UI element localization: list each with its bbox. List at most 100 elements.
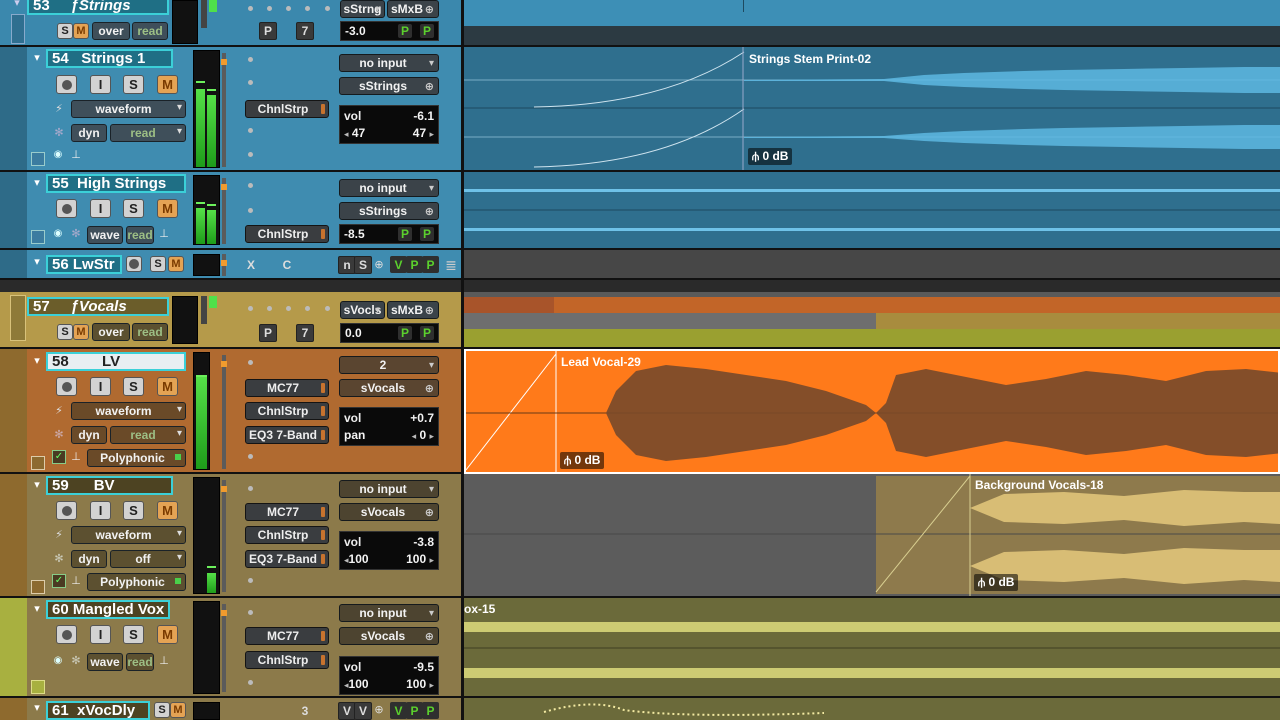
track-name-56[interactable]: 56 LwStr [46,255,122,274]
insert-slot-dot[interactable] [305,6,310,11]
record-arm-button[interactable] [56,377,77,396]
track-view-selector[interactable]: waveform [71,100,186,118]
track-resize-handle[interactable] [31,680,45,694]
folder-clip-bar-4[interactable] [464,329,1280,347]
volume-display[interactable]: -3.0 PP [340,21,439,41]
fader-strip[interactable] [201,0,207,28]
automation-p-button[interactable]: P [398,24,412,38]
collapse-icon[interactable]: ▾ [30,603,44,615]
track-name-57[interactable]: 57 ƒVocals [27,297,169,316]
automation-mode-selector[interactable]: read [126,226,154,244]
folder-clip-bar-3[interactable] [876,313,1280,329]
automation-p-button[interactable]: P [422,256,439,273]
track-view-selector[interactable]: waveform [71,402,186,420]
elastic-audio-selector[interactable]: Polyphonic [87,449,186,467]
output-selector[interactable]: sMxB [387,0,439,18]
insert-slot-dot[interactable] [248,486,253,491]
record-arm-button[interactable] [56,501,77,520]
volume-pan-display[interactable]: vol -6.1 ◂ 47 47 ▸ [339,105,439,144]
volume-fader[interactable] [221,355,227,469]
volume-display[interactable]: 0.0 PP [340,323,439,343]
output-icon[interactable]: ⊕ [372,256,386,274]
track-view-selector[interactable]: wave [87,226,123,244]
insert-slot-dot[interactable] [286,6,291,11]
track-name-59[interactable]: 59 BV [46,476,173,495]
insert-slot-dot[interactable] [325,6,330,11]
track-name-53[interactable]: 53 ƒStrings [27,0,169,15]
volume-fader[interactable] [221,53,227,167]
insert-slot-1[interactable]: ChnlStrp [245,100,329,118]
input-selector[interactable]: no input [339,179,439,197]
voice-mode-selector[interactable]: over [92,22,130,40]
v-button[interactable]: V [390,256,407,273]
input-monitor-button[interactable]: I [90,75,111,94]
insert-slot-dot[interactable] [248,80,253,85]
volume-fader[interactable] [221,178,227,244]
automation-p-button[interactable]: P [406,702,423,719]
mute-button[interactable]: M [73,324,89,340]
output-selector[interactable]: sMxB [387,301,439,319]
track-resize-handle[interactable] [31,456,45,470]
automation-type-label[interactable]: dyn [71,124,107,142]
automation-p-button[interactable]: P [422,702,439,719]
insert-slot-1[interactable]: MC77 [245,379,329,397]
collapse-icon[interactable]: ▾ [30,479,44,491]
automation-p-button[interactable]: P [398,227,412,241]
elastic-check-icon[interactable]: ✓ [52,574,66,588]
output-selector[interactable]: sStrings [339,202,439,220]
input-monitor-button[interactable]: I [90,501,111,520]
volume-fader[interactable] [221,604,227,692]
automation-p-button[interactable]: P [420,227,434,241]
clip-name[interactable]: Lead Vocal-29 [561,355,641,369]
mute-button[interactable]: M [157,625,178,644]
tuning-fork-icon[interactable]: ⊥ [157,227,171,241]
mute-button[interactable]: M [73,23,89,39]
output-selector[interactable]: sStrings [339,77,439,95]
input-selector[interactable]: no input [339,54,439,72]
clip-gain[interactable]: ⫛ 0 dB [974,574,1019,591]
output-selector[interactable]: sVocals [339,627,439,645]
automation-type-label[interactable]: dyn [71,550,107,568]
tuning-fork-icon[interactable]: ⊥ [69,148,83,162]
record-arm-button[interactable] [126,256,142,272]
solo-button[interactable]: S [123,377,144,396]
solo-button[interactable]: S [154,702,170,718]
record-arm-button[interactable] [56,75,77,94]
track-resize-handle[interactable] [31,580,45,594]
insert-slot-dot[interactable] [325,306,330,311]
tcp-icon[interactable]: ◉ [51,148,65,162]
automation-type-label[interactable]: dyn [71,426,107,444]
automation-mode-selector[interactable]: read [132,22,168,40]
collapse-icon[interactable]: ▾ [11,0,23,8]
input-selector[interactable]: 2 [339,356,439,374]
insert-slot-dot[interactable] [248,183,253,188]
tcp-icon[interactable]: ◉ [51,654,65,668]
insert-slot-3[interactable]: EQ3 7-Band [245,550,329,568]
solo-button[interactable]: S [57,324,73,340]
elastic-audio-selector[interactable]: Polyphonic [87,573,186,591]
output-selector[interactable]: sVocals [339,503,439,521]
mute-button[interactable]: M [168,256,184,272]
input-monitor-button[interactable]: I [90,377,111,396]
folder-clip-bar[interactable] [464,0,1280,26]
volume-fader[interactable] [221,254,227,276]
mute-button[interactable]: M [157,199,178,218]
folder-icon[interactable] [11,14,25,44]
track-resize-handle[interactable] [31,152,45,166]
clip-name[interactable]: Background Vocals-18 [975,478,1103,492]
track-name-58[interactable]: 58 LV [46,352,186,371]
v-button[interactable]: V [354,702,372,720]
insert-slot-dot[interactable] [267,306,272,311]
output-selector[interactable]: sVocals [339,379,439,397]
volume-pan-display[interactable]: vol +0.7 pan ◂ 0 ▸ [339,407,439,446]
fader-strip[interactable] [201,296,207,324]
solo-button[interactable]: S [123,199,144,218]
voice-mode-selector[interactable]: over [92,323,130,341]
insert-slot-dot[interactable] [248,128,253,133]
clip-name[interactable]: ox-15 [464,602,495,616]
record-arm-button[interactable] [56,199,77,218]
insert-slot-dot[interactable] [248,306,253,311]
insert-slot-1[interactable]: MC77 [245,627,329,645]
track-view-selector[interactable]: wave [87,653,123,671]
volume-display[interactable]: -8.5 PP [339,224,439,244]
